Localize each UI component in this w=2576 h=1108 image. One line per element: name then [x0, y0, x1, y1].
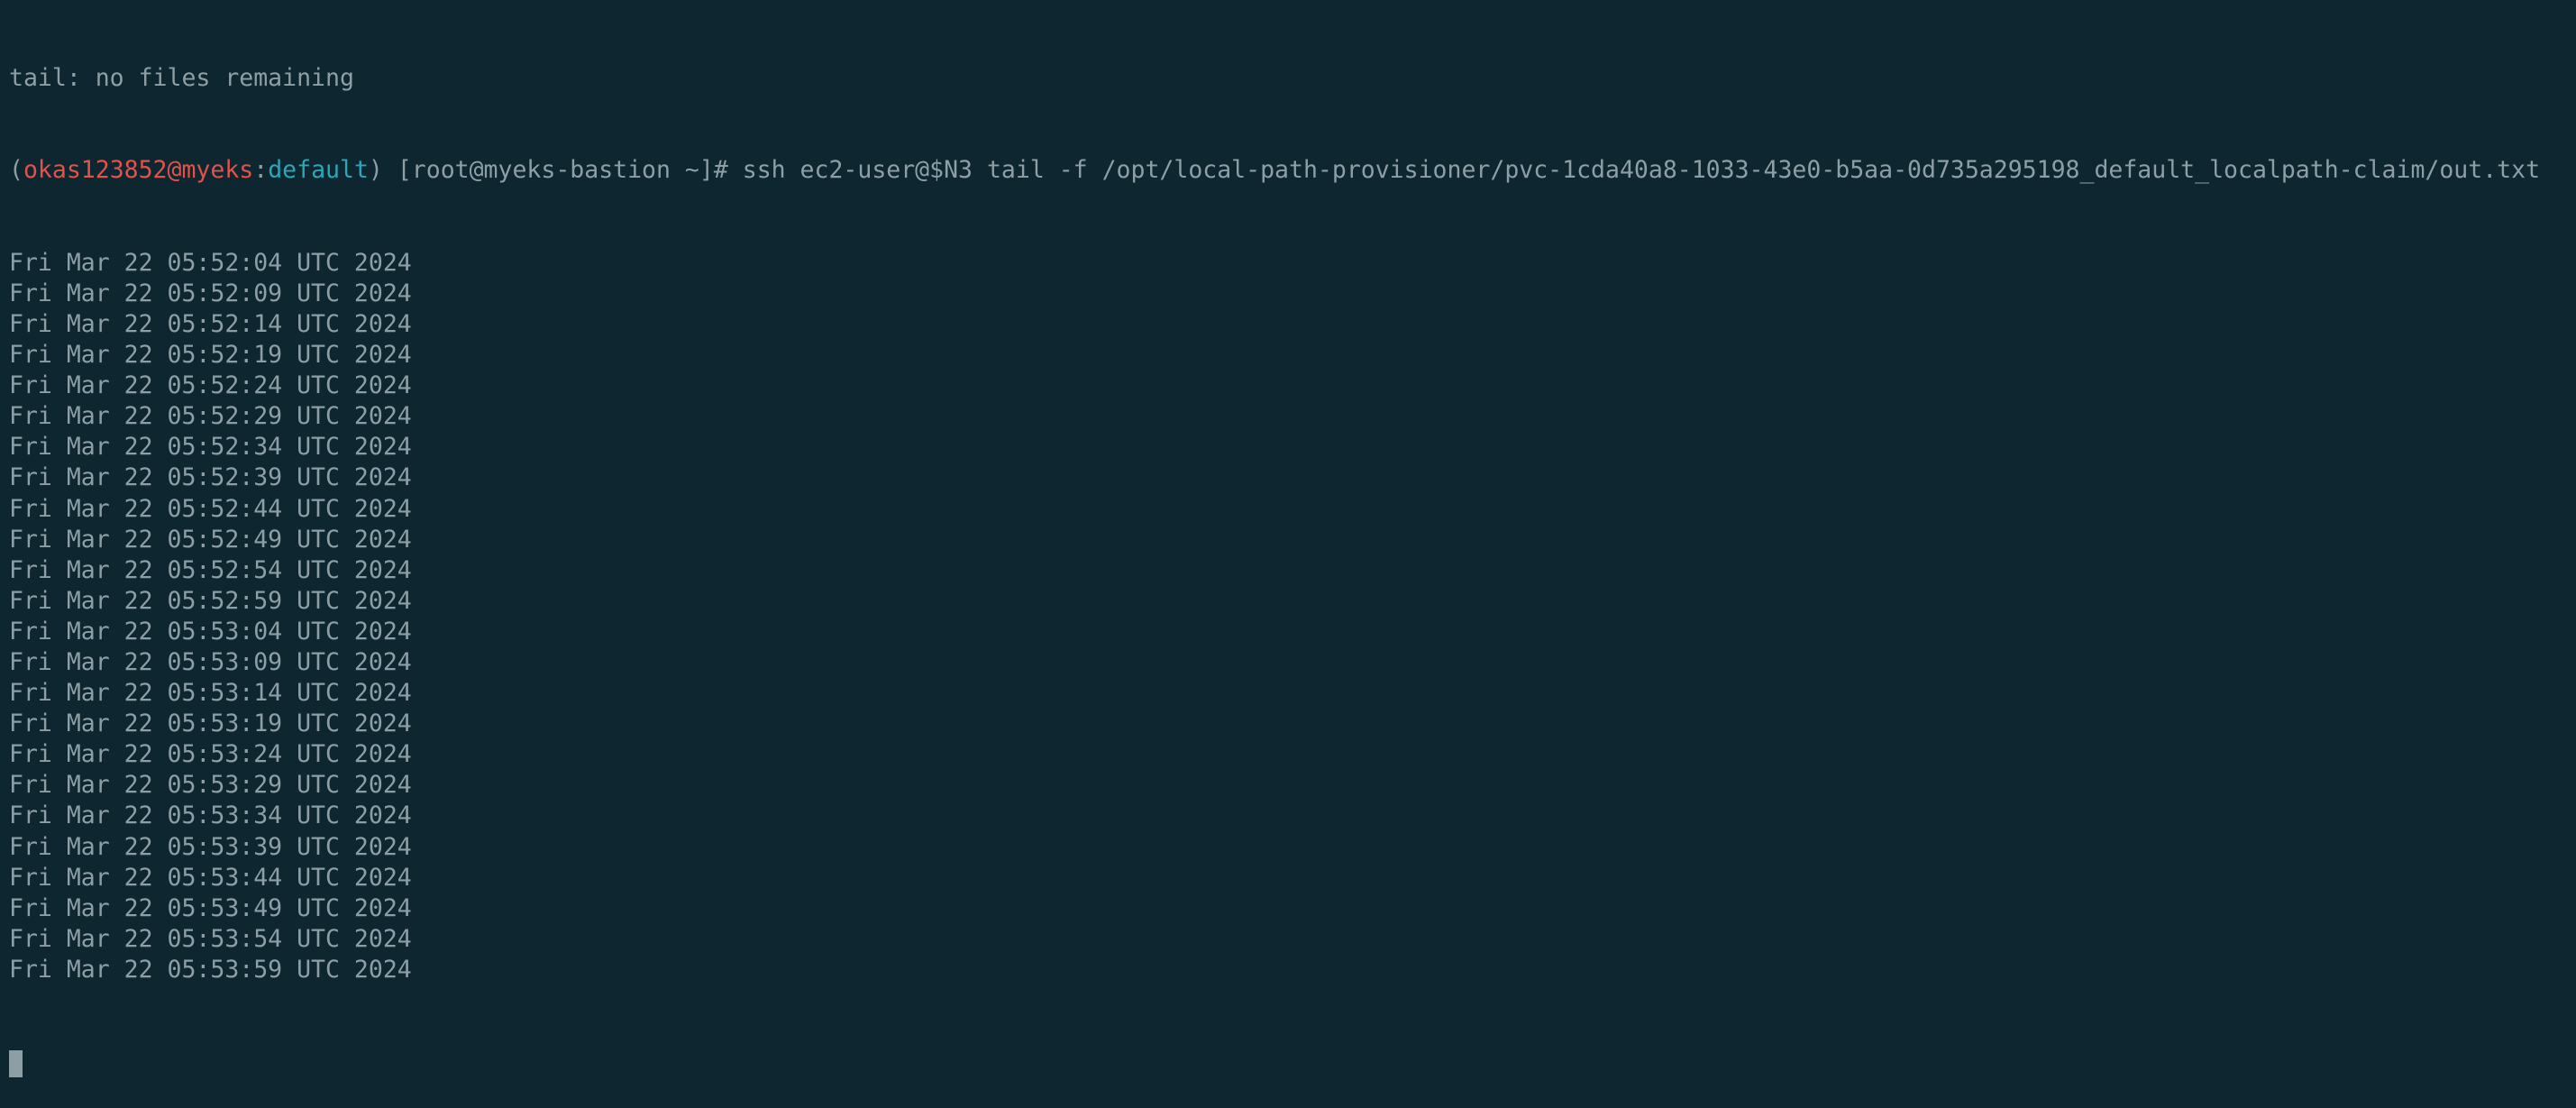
- output-line: Fri Mar 22 05:53:59 UTC 2024: [9, 955, 412, 984]
- output-line: Fri Mar 22 05:52:24 UTC 2024: [9, 371, 412, 400]
- output-line: Fri Mar 22 05:52:19 UTC 2024: [9, 341, 412, 370]
- command-prompt-line: (okas123852@myeks:default) [root@myeks-b…: [9, 155, 2576, 186]
- prompt-namespace: default: [268, 156, 369, 185]
- output-line: Fri Mar 22 05:52:59 UTC 2024: [9, 586, 412, 615]
- output-line: Fri Mar 22 05:53:14 UTC 2024: [9, 679, 412, 708]
- output-line: Fri Mar 22 05:52:29 UTC 2024: [9, 402, 412, 431]
- output-line: Fri Mar 22 05:53:34 UTC 2024: [9, 801, 412, 830]
- command-text: ssh ec2-user@$N3 tail -f /opt/local-path…: [742, 156, 2541, 185]
- output-line: Fri Mar 22 05:52:39 UTC 2024: [9, 463, 412, 492]
- prompt-open-paren: (: [9, 156, 23, 185]
- output-line: Fri Mar 22 05:52:44 UTC 2024: [9, 494, 412, 523]
- output-line: Fri Mar 22 05:53:19 UTC 2024: [9, 710, 412, 738]
- prompt-shell: [root@myeks-bastion ~]#: [397, 156, 743, 185]
- output-line: Fri Mar 22 05:52:04 UTC 2024: [9, 248, 412, 277]
- output-line: Fri Mar 22 05:53:24 UTC 2024: [9, 740, 412, 769]
- output-line: Fri Mar 22 05:53:04 UTC 2024: [9, 617, 412, 646]
- output-line: Fri Mar 22 05:52:09 UTC 2024: [9, 279, 412, 307]
- output-block: Fri Mar 22 05:52:04 UTC 2024 Fri Mar 22 0…: [9, 248, 2576, 985]
- cursor-line[interactable]: [9, 1047, 2576, 1077]
- output-line: Fri Mar 22 05:53:54 UTC 2024: [9, 924, 412, 953]
- text-cursor: [9, 1049, 23, 1077]
- output-line: Fri Mar 22 05:53:39 UTC 2024: [9, 832, 412, 861]
- prompt-user-host: okas123852@myeks: [23, 156, 254, 185]
- output-line: Fri Mar 22 05:52:54 UTC 2024: [9, 555, 412, 584]
- prompt-colon: :: [253, 156, 269, 185]
- output-line: Fri Mar 22 05:52:34 UTC 2024: [9, 433, 412, 462]
- prompt-close-paren: ): [368, 156, 397, 185]
- output-line: Fri Mar 22 05:52:49 UTC 2024: [9, 525, 412, 554]
- output-line: Fri Mar 22 05:53:49 UTC 2024: [9, 893, 412, 922]
- output-line: Fri Mar 22 05:52:14 UTC 2024: [9, 309, 412, 338]
- tail-message-line: tail: no files remaining: [9, 64, 354, 93]
- output-line: Fri Mar 22 05:53:44 UTC 2024: [9, 863, 412, 892]
- output-line: Fri Mar 22 05:53:09 UTC 2024: [9, 647, 412, 676]
- terminal-window[interactable]: tail: no files remaining (okas123852@mye…: [0, 0, 2576, 1077]
- output-line: Fri Mar 22 05:53:29 UTC 2024: [9, 771, 412, 800]
